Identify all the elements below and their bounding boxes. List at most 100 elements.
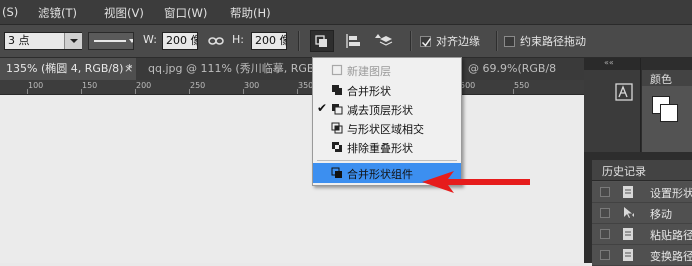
tab-third-document[interactable]: @ 69.9%(RGB/8 xyxy=(462,58,584,80)
menu-item-label: 减去顶层形状 xyxy=(347,104,413,117)
menu-item-label: 合并形状组件 xyxy=(347,168,413,181)
exclude-overlapping-shapes-icon xyxy=(332,142,342,152)
character-panel-icon[interactable] xyxy=(614,82,634,102)
subtract-front-shape-icon xyxy=(332,104,343,115)
path-operations-menu: 新建图层 合并形状 ✔ 减去顶层形状 与形状区域相交 排除重叠形状 合并形状组件 xyxy=(312,57,462,186)
ruler-tick xyxy=(27,89,28,94)
align-edges-checkbox[interactable] xyxy=(420,36,432,47)
tab-title: 135% (椭圆 4, RGB/8) * xyxy=(6,62,133,75)
height-value: 200 像素 xyxy=(255,34,286,47)
history-panel-header: 历史记录 xyxy=(592,160,692,181)
background-color-swatch[interactable] xyxy=(660,104,678,122)
history-item[interactable]: 移动 xyxy=(592,203,692,224)
path-operations-button[interactable] xyxy=(310,30,334,52)
menu-view[interactable]: 视图(V) xyxy=(104,5,144,21)
color-panel-header: 颜色 xyxy=(642,70,692,86)
history-snapshot-checkbox[interactable] xyxy=(600,187,610,197)
menu-item-label: 与形状区域相交 xyxy=(347,123,424,136)
checkmark-icon xyxy=(421,38,432,47)
horizontal-ruler: 100 150 200 250 300 350 400 450 500 550 xyxy=(0,80,584,95)
menu-select[interactable]: (S) xyxy=(2,5,18,19)
tab-qq-document[interactable]: qq.jpg @ 111% (秀川临摹, RGB/ xyxy=(142,58,312,80)
menu-item-intersect-shape-areas[interactable]: 与形状区域相交 xyxy=(313,118,461,138)
panel-icon-strip: «« xyxy=(584,58,641,152)
tab-title: qq.jpg @ 111% (秀川临摹, RGB/ xyxy=(148,62,312,75)
width-value: 200 像素 xyxy=(166,34,197,47)
tab-title: @ 69.9%(RGB/8 xyxy=(468,62,557,75)
panel-strip-header: «« xyxy=(584,58,640,70)
color-panel: 颜色 xyxy=(642,70,692,152)
ruler-tick xyxy=(513,89,514,94)
right-panel-dock: «« 颜色 历史记录 设置形状 移动 粘贴路径 变换路径 xyxy=(584,58,692,266)
menu-item-label: 排除重叠形状 xyxy=(347,142,413,155)
separator xyxy=(410,31,412,51)
ruler-number: 350 xyxy=(298,81,314,90)
constrain-path-label: 约束路径拖动 xyxy=(520,35,586,48)
history-snapshot-checkbox[interactable] xyxy=(600,250,610,260)
height-input[interactable]: 200 像素 xyxy=(251,32,287,50)
menu-separator xyxy=(317,160,457,161)
menu-filter[interactable]: 滤镜(T) xyxy=(38,5,77,21)
tab-history[interactable]: 历史记录 xyxy=(602,163,646,179)
link-icon[interactable] xyxy=(208,35,224,47)
tab-active-document[interactable]: 135% (椭圆 4, RGB/8) * xyxy=(0,58,136,80)
ruler-tick xyxy=(135,89,136,94)
new-layer-icon xyxy=(331,64,343,76)
history-item-label: 设置形状 xyxy=(650,187,692,200)
menu-item-label: 新建图层 xyxy=(347,65,391,78)
menu-item-label: 合并形状 xyxy=(347,85,391,98)
ruler-number: 500 xyxy=(460,81,476,90)
move-tool-icon xyxy=(624,207,634,218)
ruler-number: 300 xyxy=(244,81,260,90)
width-label: W: xyxy=(143,33,157,46)
menu-help[interactable]: 帮助(H) xyxy=(230,5,271,21)
arrow-shape xyxy=(422,171,530,193)
stroke-size-dropdown-button[interactable] xyxy=(64,33,82,49)
stroke-size-value: 3 点 xyxy=(8,34,30,47)
menu-item-new-layer[interactable]: 新建图层 xyxy=(313,60,461,80)
height-label: H: xyxy=(232,33,244,46)
path-alignment-icon xyxy=(346,34,360,48)
history-item-label: 变换路径 xyxy=(650,250,692,263)
history-snapshot-checkbox[interactable] xyxy=(600,208,610,218)
chevron-down-icon xyxy=(70,39,78,43)
ruler-number: 200 xyxy=(136,81,152,90)
menu-item-subtract-front-shape[interactable]: ✔ 减去顶层形状 xyxy=(313,99,461,119)
document-icon xyxy=(623,186,633,198)
path-arrangement-button[interactable] xyxy=(372,31,396,51)
stroke-line-icon xyxy=(94,39,133,43)
path-alignment-button[interactable] xyxy=(342,31,364,51)
combine-shapes-icon xyxy=(332,85,342,95)
align-edges-label: 对齐边缘 xyxy=(436,35,480,48)
path-arrangement-icon xyxy=(375,34,393,46)
menu-window[interactable]: 窗口(W) xyxy=(164,5,207,21)
intersect-shape-areas-icon xyxy=(331,122,343,134)
history-snapshot-checkbox[interactable] xyxy=(600,229,610,239)
stroke-type-select[interactable] xyxy=(88,32,134,50)
ruler-tick xyxy=(189,89,190,94)
menu-bar: (S) 滤镜(T) 视图(V) 窗口(W) 帮助(H) xyxy=(0,0,692,25)
checkmark-icon: ✔ xyxy=(317,101,328,115)
ruler-number: 150 xyxy=(82,81,98,90)
collapse-icon[interactable]: «« xyxy=(604,58,614,67)
merge-shape-components-icon xyxy=(331,167,342,178)
ruler-number: 250 xyxy=(190,81,206,90)
history-item-label: 粘贴路径 xyxy=(650,229,692,242)
tab-close-icon[interactable]: × xyxy=(124,62,133,75)
width-input[interactable]: 200 像素 xyxy=(162,32,198,50)
menu-item-exclude-overlapping-shapes[interactable]: 排除重叠形状 xyxy=(313,137,461,157)
history-item[interactable]: 粘贴路径 xyxy=(592,224,692,245)
path-operations-icon xyxy=(315,35,327,47)
red-arrow-annotation xyxy=(422,171,530,193)
menu-item-combine-shapes[interactable]: 合并形状 xyxy=(313,80,461,100)
options-bar: 3 点 W: 200 像素 H: 200 像素 对齐边缘 约束路径拖动 xyxy=(0,25,692,58)
tab-color[interactable]: 颜色 xyxy=(650,71,672,87)
constrain-path-checkbox[interactable] xyxy=(504,36,515,47)
history-item[interactable]: 设置形状 xyxy=(592,182,692,203)
document-icon xyxy=(623,249,633,261)
ruler-tick xyxy=(297,89,298,94)
separator xyxy=(298,31,300,51)
ruler-number: 100 xyxy=(28,81,44,90)
ruler-tick xyxy=(81,89,82,94)
history-item-label: 移动 xyxy=(650,208,672,221)
